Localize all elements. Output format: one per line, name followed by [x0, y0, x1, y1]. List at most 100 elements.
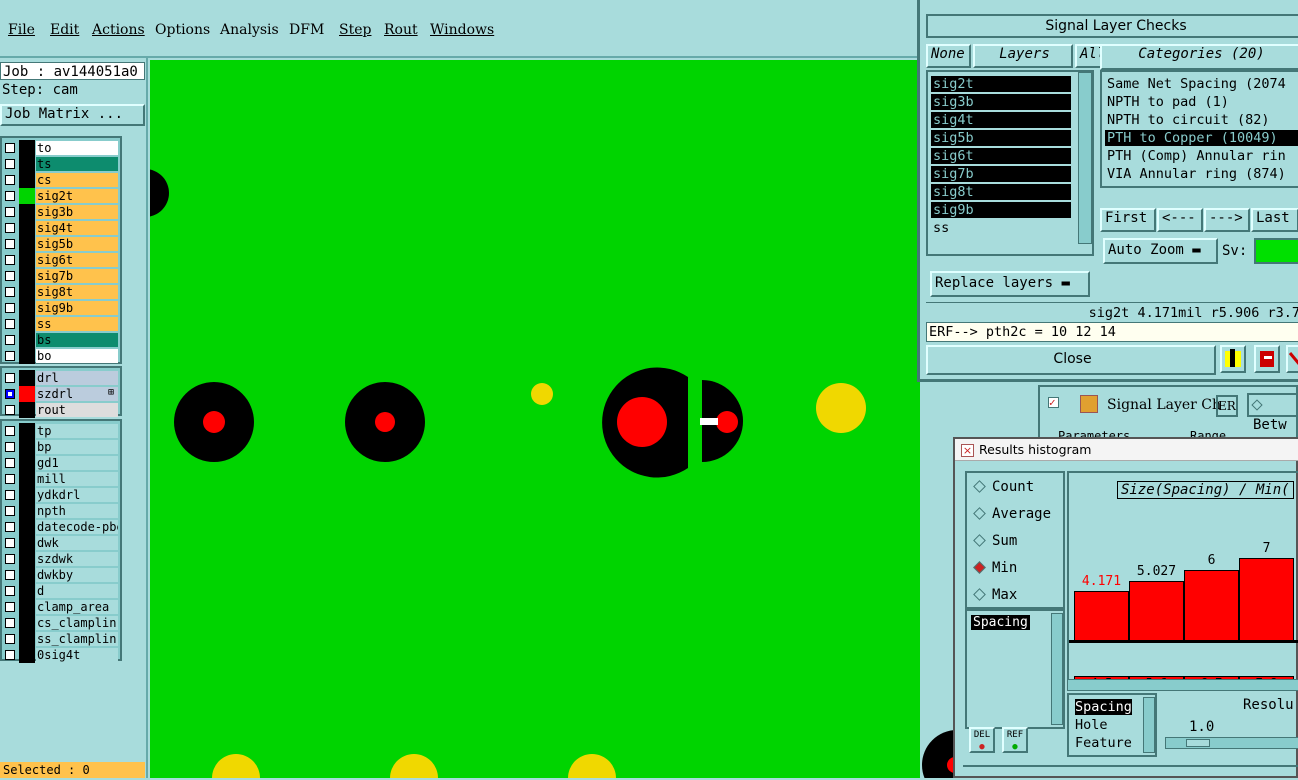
layer-name[interactable]: sig2t	[36, 189, 118, 203]
layer-row[interactable]: sig8t	[2, 284, 120, 300]
layer-list-item[interactable]: sig4t	[931, 112, 1071, 128]
layer-list-item[interactable]: sig3b	[931, 94, 1071, 110]
layer-color-swatch[interactable]	[19, 599, 35, 615]
layer-name[interactable]: bs	[36, 333, 118, 347]
slider-thumb[interactable]	[1186, 739, 1210, 747]
layer-name[interactable]: sig8t	[36, 285, 118, 299]
layer-color-swatch[interactable]	[19, 583, 35, 599]
histogram-bar[interactable]	[1184, 570, 1239, 640]
layer-name[interactable]: npth	[36, 504, 118, 518]
layer-row[interactable]: cs_clamplin	[2, 615, 120, 631]
layer-name[interactable]: d	[36, 584, 118, 598]
layer-name[interactable]: cs	[36, 173, 118, 187]
resolution-slider[interactable]	[1165, 737, 1298, 749]
average-radio[interactable]: Average	[973, 506, 1051, 522]
exit-icon[interactable]	[1286, 345, 1298, 373]
severity-indicator[interactable]	[1254, 238, 1298, 264]
sum-radio[interactable]: Sum	[973, 533, 1017, 549]
layer-row[interactable]: szdwk	[2, 551, 120, 567]
layer-list-item[interactable]: sig8t	[931, 184, 1071, 200]
del-button[interactable]: DEL ●	[969, 727, 995, 753]
category-list-item[interactable]: VIA Annular ring (874)	[1105, 166, 1298, 182]
layer-color-swatch[interactable]	[19, 503, 35, 519]
layer-name[interactable]: sig4t	[36, 221, 118, 235]
layer-row[interactable]: bs	[2, 332, 120, 348]
layer-name[interactable]: ydkdrl	[36, 488, 118, 502]
layer-color-swatch[interactable]	[19, 220, 35, 236]
layer-checkbox[interactable]	[5, 389, 15, 399]
layer-list-item[interactable]: sig9b	[931, 202, 1071, 218]
layer-color-swatch[interactable]	[19, 439, 35, 455]
layer-color-swatch[interactable]	[19, 140, 35, 156]
layer-row[interactable]: clamp_area	[2, 599, 120, 615]
max-radio[interactable]: Max	[973, 587, 1017, 603]
layer-row[interactable]: mill	[2, 471, 120, 487]
layer-color-swatch[interactable]	[19, 236, 35, 252]
min-radio[interactable]: Min	[973, 560, 1017, 576]
category-list-item[interactable]: NPTH to circuit (82)	[1105, 112, 1298, 128]
layer-color-swatch[interactable]	[19, 551, 35, 567]
layer-row[interactable]: 0sig4t	[2, 647, 120, 663]
layer-color-swatch[interactable]	[19, 487, 35, 503]
layer-name[interactable]: ss	[36, 317, 118, 331]
layer-checkbox[interactable]	[5, 602, 15, 612]
category-list-item[interactable]: NPTH to pad (1)	[1105, 94, 1298, 110]
chart-h-scrollbar[interactable]	[1067, 679, 1298, 691]
spacing-item[interactable]: Spacing	[971, 615, 1030, 630]
layer-color-swatch[interactable]	[19, 386, 35, 402]
layer-row[interactable]: d	[2, 583, 120, 599]
layer-row[interactable]: to	[2, 140, 120, 156]
category-list-item[interactable]: PTH (Comp) Annular rin	[1105, 148, 1298, 164]
layer-name[interactable]: ss_clamplin	[36, 632, 118, 646]
layer-checkbox[interactable]	[5, 303, 15, 313]
layer-name[interactable]: sig9b	[36, 301, 118, 315]
layer-checkbox[interactable]	[5, 634, 15, 644]
layer-name[interactable]: szdwk	[36, 552, 118, 566]
layer-color-swatch[interactable]	[19, 300, 35, 316]
layer-checkbox[interactable]	[5, 143, 15, 153]
first-button[interactable]: First	[1100, 208, 1156, 232]
layer-name[interactable]: cs_clamplin	[36, 616, 118, 630]
layer-name[interactable]: dwk	[36, 536, 118, 550]
layer-name[interactable]: rout	[36, 403, 118, 417]
menu-step[interactable]: Step	[339, 22, 371, 38]
measure-scrollbar[interactable]	[1051, 613, 1063, 725]
sort-list[interactable]: Spacing Hole Feature	[1067, 693, 1157, 757]
layer-checkbox[interactable]	[5, 191, 15, 201]
layer-color-swatch[interactable]	[19, 631, 35, 647]
last-button[interactable]: Last	[1251, 208, 1298, 232]
layer-color-swatch[interactable]	[19, 252, 35, 268]
replace-layers-dropdown[interactable]: Replace layers ▬	[930, 271, 1090, 297]
layer-checkbox[interactable]	[5, 538, 15, 548]
layer-checkbox[interactable]	[5, 490, 15, 500]
layer-row[interactable]: sig2t	[2, 188, 120, 204]
layer-name[interactable]: gd1	[36, 456, 118, 470]
layer-row[interactable]: sig6t	[2, 252, 120, 268]
layer-name[interactable]: clamp_area	[36, 600, 118, 614]
menu-options[interactable]: Options	[155, 22, 210, 38]
layer-name[interactable]: to	[36, 141, 118, 155]
layer-checkbox[interactable]	[5, 618, 15, 628]
graphics-canvas[interactable]	[150, 60, 920, 778]
layer-checkbox[interactable]	[5, 405, 15, 415]
layer-name[interactable]: tp	[36, 424, 118, 438]
layer-row[interactable]: ydkdrl	[2, 487, 120, 503]
layer-checkbox[interactable]	[5, 319, 15, 329]
layer-checkbox[interactable]	[5, 351, 15, 361]
layer-list-scrollbar[interactable]	[1078, 72, 1092, 244]
layer-color-swatch[interactable]	[19, 188, 35, 204]
layer-row[interactable]: sig7b	[2, 268, 120, 284]
job-matrix-button[interactable]: Job Matrix ...	[0, 104, 145, 126]
histogram-bar[interactable]	[1074, 591, 1129, 640]
categories-list[interactable]: Same Net Spacing (2074 NPTH to pad (1) NPT…	[1100, 70, 1298, 188]
layer-checkbox[interactable]	[5, 223, 15, 233]
layer-row[interactable]: tp	[2, 423, 120, 439]
layer-checkbox[interactable]	[5, 255, 15, 265]
layer-checkbox[interactable]	[5, 426, 15, 436]
layer-checkbox[interactable]	[5, 570, 15, 580]
layer-color-swatch[interactable]	[19, 455, 35, 471]
menu-file[interactable]: File	[8, 22, 35, 38]
prev-button[interactable]: <---	[1157, 208, 1203, 232]
expand-icon[interactable]: ⊞	[108, 387, 114, 398]
layer-name[interactable]: drl	[36, 371, 118, 385]
